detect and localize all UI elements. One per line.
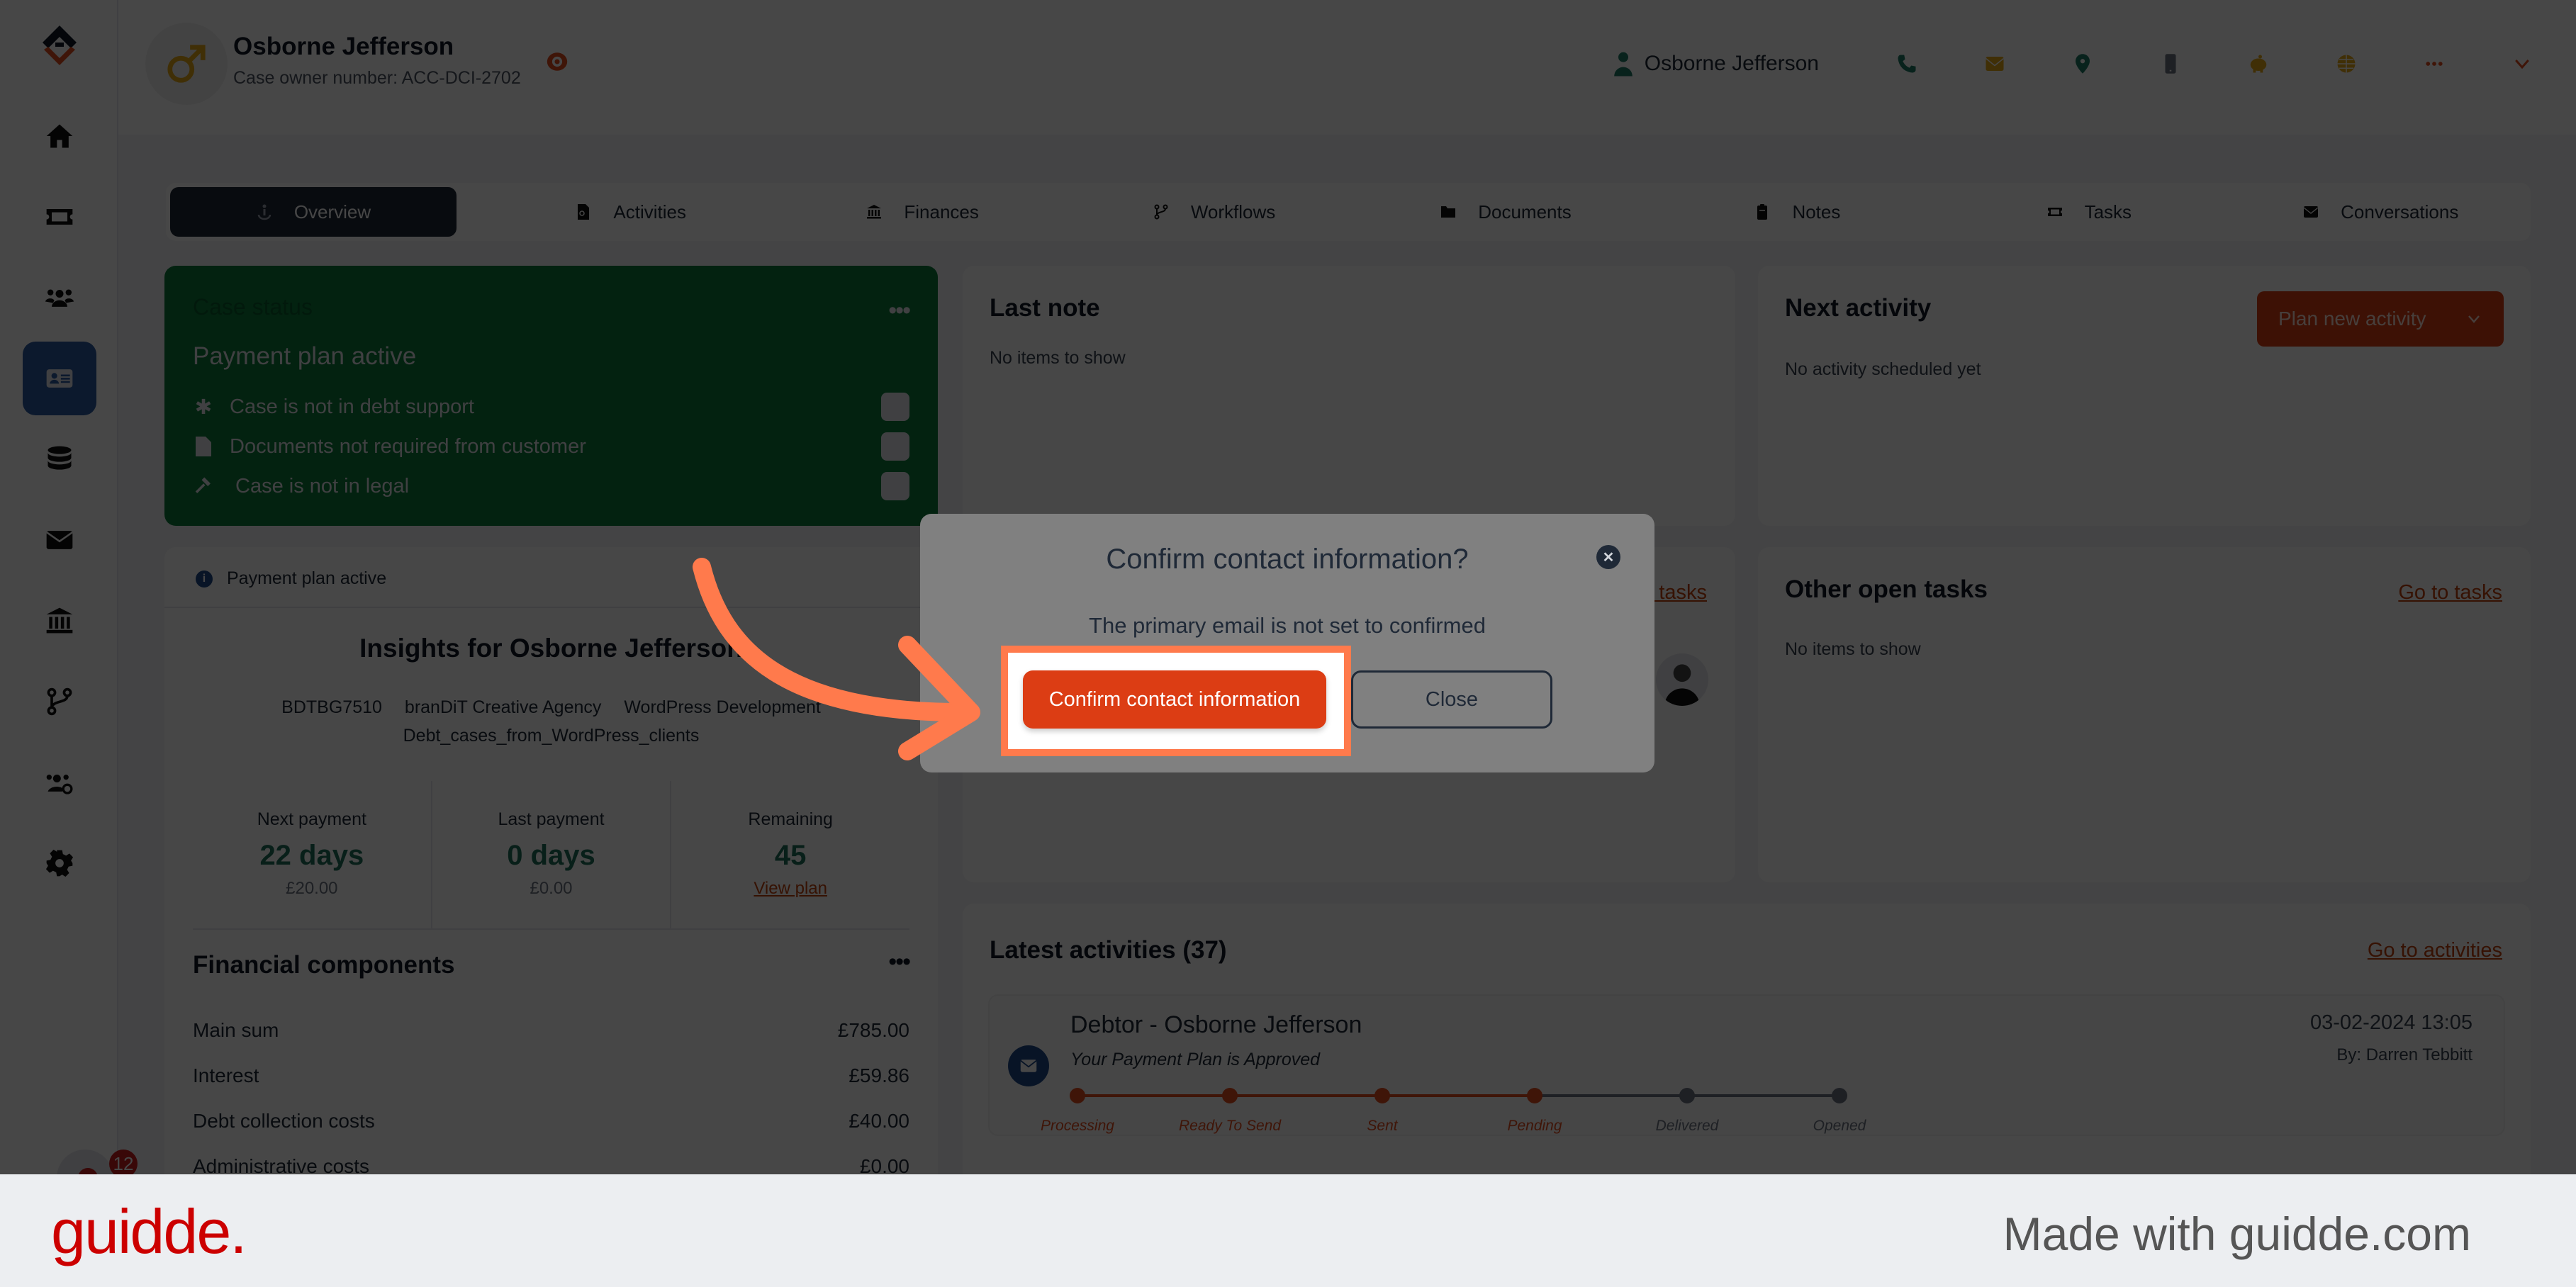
- modal-message: The primary email is not set to confirme…: [1089, 613, 1486, 638]
- guidde-footer: guidde. Made with guidde.com: [0, 1174, 2576, 1287]
- modal-title: Confirm contact information?: [1106, 544, 1469, 575]
- guidde-logo: guidde.: [51, 1196, 247, 1266]
- made-with-guidde: Made with guidde.com: [2003, 1208, 2471, 1260]
- modal-close-icon[interactable]: ✕: [1596, 545, 1620, 569]
- modal-close-button[interactable]: Close: [1351, 670, 1552, 729]
- pointer-arrow-icon: [693, 558, 980, 760]
- confirm-contact-information-button[interactable]: Confirm contact information: [1023, 670, 1326, 729]
